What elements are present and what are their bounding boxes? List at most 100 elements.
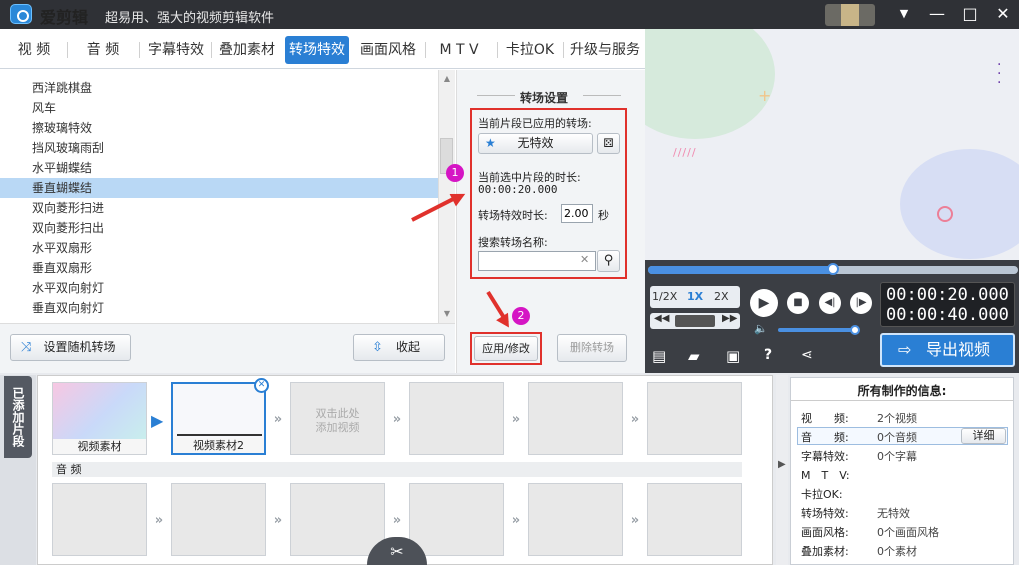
minimize-button[interactable]: —: [925, 3, 949, 25]
list-item[interactable]: 挡风玻璃雨刮: [0, 138, 438, 158]
star-icon: ★: [485, 136, 496, 150]
audio-slot[interactable]: [171, 483, 266, 556]
applied-transition-value: 无特效: [517, 136, 554, 150]
tab-picture-style[interactable]: 画面风格: [355, 36, 421, 64]
speed-2x[interactable]: 2X: [714, 290, 729, 303]
speed-selector[interactable]: 1/2X 1X 2X: [650, 286, 740, 308]
save-icon[interactable]: ▣: [726, 347, 740, 365]
speed-half[interactable]: 1/2X: [652, 290, 677, 303]
chevron-right-icon: »: [392, 513, 402, 528]
rewind-icon[interactable]: ◀◀: [654, 313, 669, 324]
list-item[interactable]: 双向菱形扫进: [0, 198, 438, 218]
export-video-button[interactable]: ⇨ 导出视频: [880, 333, 1015, 367]
volume-knob[interactable]: [850, 325, 860, 335]
info-title: 所有制作的信息:: [857, 384, 947, 398]
info-row-label: 音 频:: [801, 431, 849, 444]
current-time: 00:00:20.000: [886, 285, 1009, 305]
list-item[interactable]: 垂直双扇形: [0, 258, 438, 278]
new-project-icon[interactable]: ▤: [652, 347, 666, 365]
added-clips-label: 已添加片段: [4, 376, 32, 458]
tab-overlay[interactable]: 叠加素材: [214, 36, 280, 64]
jog-wheel[interactable]: ◀◀ ▶▶: [650, 313, 740, 329]
scroll-down-icon[interactable]: ▼: [442, 309, 452, 319]
list-item[interactable]: 水平蝴蝶结: [0, 158, 438, 178]
detail-button[interactable]: 详细: [961, 428, 1006, 444]
chevron-right-icon: »: [273, 513, 283, 528]
info-row-label: 画面风格:: [801, 526, 849, 539]
effect-duration-input[interactable]: [561, 204, 593, 223]
empty-slot[interactable]: [647, 382, 742, 455]
annotation-badge-1: 1: [446, 164, 464, 182]
maximize-button[interactable]: □: [958, 3, 982, 25]
empty-slot[interactable]: [528, 382, 623, 455]
info-row-value: 0个素材: [877, 545, 917, 558]
forward-icon[interactable]: ▶▶: [722, 313, 737, 324]
list-item[interactable]: 水平双扇形: [0, 238, 438, 258]
delete-transition-button[interactable]: 删除转场: [557, 334, 627, 362]
audio-slot[interactable]: [409, 483, 504, 556]
collapse-button[interactable]: ⇳ 收起: [353, 334, 445, 361]
audio-slot[interactable]: [528, 483, 623, 556]
tab-subtitle-effects[interactable]: 字幕特效: [144, 36, 208, 64]
next-frame-icon[interactable]: |▶: [850, 292, 872, 314]
tab-upgrade[interactable]: 升级与服务: [567, 36, 643, 64]
empty-slot[interactable]: [409, 382, 504, 455]
audio-slot[interactable]: [647, 483, 742, 556]
speed-1x[interactable]: 1X: [687, 290, 703, 303]
random-transition-button[interactable]: ⤨ 设置随机转场: [10, 334, 131, 361]
apply-button[interactable]: 应用/修改: [474, 336, 538, 361]
collapse-label: 收起: [395, 340, 420, 354]
annotation-badge-2: 2: [512, 307, 530, 325]
open-folder-icon[interactable]: ▰: [688, 347, 700, 365]
stop-icon[interactable]: ■: [787, 292, 809, 314]
info-row-label: M T V:: [801, 469, 850, 482]
user-avatar[interactable]: [825, 4, 875, 26]
transition-effect-list: 西洋跳棋盘 风车 擦玻璃特效 挡风玻璃雨刮 水平蝴蝶结 垂直蝴蝶结 双向菱形扫进…: [0, 70, 438, 323]
remove-clip-icon[interactable]: ✕: [254, 378, 269, 393]
volume-slider[interactable]: [778, 328, 856, 332]
audio-slot[interactable]: [52, 483, 147, 556]
audio-slot[interactable]: [290, 483, 385, 556]
tab-transitions[interactable]: 转场特效: [285, 36, 349, 64]
list-item[interactable]: 擦玻璃特效: [0, 118, 438, 138]
list-item[interactable]: 西洋跳棋盘: [0, 78, 438, 98]
chevron-right-icon: »: [511, 513, 521, 528]
progress-knob[interactable]: [827, 263, 839, 275]
clear-icon[interactable]: ✕: [580, 253, 589, 266]
share-icon[interactable]: ⋖: [801, 347, 813, 363]
play-icon[interactable]: ▶: [750, 289, 778, 317]
export-video-label: 导出视频: [926, 340, 991, 359]
clip-thumbnail-selected[interactable]: 视频素材2: [171, 382, 266, 455]
tab-video[interactable]: 视 频: [6, 36, 62, 64]
list-item[interactable]: 垂直双向射灯: [0, 298, 438, 318]
volume-icon[interactable]: 🔈: [754, 322, 768, 335]
search-input[interactable]: [478, 251, 596, 271]
info-row-value: 无特效: [877, 507, 910, 520]
effect-duration-label: 转场特效时长:: [478, 209, 548, 222]
info-row-value: 0个字幕: [877, 450, 917, 463]
help-icon[interactable]: ?: [764, 347, 772, 363]
info-row-label: 字幕特效:: [801, 450, 849, 463]
list-item[interactable]: 双向菱形扫出: [0, 218, 438, 238]
info-row-value: 0个音频: [877, 431, 917, 444]
total-time: 00:00:40.000: [886, 305, 1009, 325]
tab-karaoke[interactable]: 卡拉OK: [502, 36, 558, 64]
export-icon: ⇨: [898, 340, 912, 359]
menu-dropdown-icon[interactable]: ▼: [892, 3, 916, 25]
list-item[interactable]: 水平双向射灯: [0, 278, 438, 298]
transition-marker-icon[interactable]: ▶: [151, 411, 163, 430]
list-item[interactable]: 风车: [0, 98, 438, 118]
tab-audio[interactable]: 音 频: [74, 36, 132, 64]
panel-toggle[interactable]: ▶: [776, 375, 788, 565]
applied-transition-field[interactable]: ★ 无特效: [478, 133, 593, 154]
scroll-up-icon[interactable]: ▲: [442, 74, 452, 84]
close-button[interactable]: ✕: [991, 3, 1015, 25]
video-preview[interactable]: + ///// · · ·: [645, 29, 1019, 260]
clip-thumbnail[interactable]: 视频素材: [52, 382, 147, 455]
search-icon[interactable]: ⚲: [597, 250, 620, 272]
prev-frame-icon[interactable]: ◀|: [819, 292, 841, 314]
add-video-slot[interactable]: 双击此处 添加视频: [290, 382, 385, 455]
list-item-selected[interactable]: 垂直蝴蝶结: [0, 178, 438, 198]
tab-mtv[interactable]: M T V: [432, 36, 486, 64]
dice-icon[interactable]: ⚄: [597, 133, 620, 154]
